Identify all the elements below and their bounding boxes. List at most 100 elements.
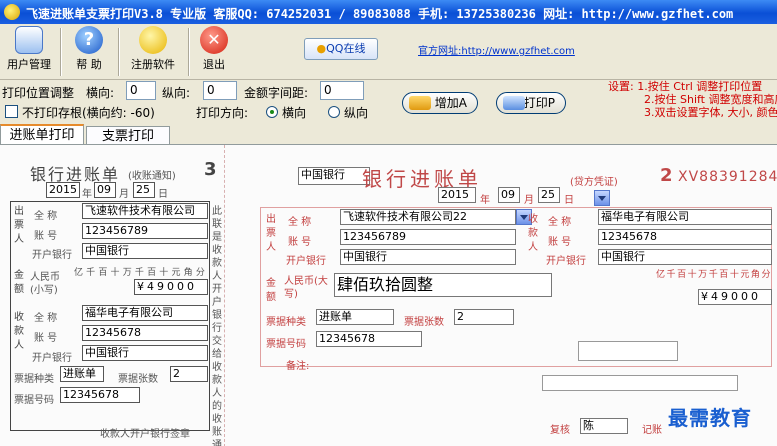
stub-payer-account[interactable]: 123456789 bbox=[82, 223, 208, 239]
main-bill-no[interactable]: 12345678 bbox=[316, 331, 422, 347]
main-blank-field-2[interactable] bbox=[542, 375, 738, 391]
add-button[interactable]: 增加A bbox=[402, 92, 478, 114]
main-year[interactable]: 2015 bbox=[438, 187, 476, 203]
toolbar-separator bbox=[118, 28, 120, 76]
main-blank-field[interactable] bbox=[578, 341, 678, 361]
digit-header: 十 bbox=[729, 270, 739, 280]
register-button[interactable]: 注册软件 bbox=[122, 26, 184, 78]
main-payer-bank[interactable]: 中国银行 bbox=[340, 249, 516, 265]
print-preview: 银行进账单 (收账通知) 3 2015 年 09 月 25 日 出票人 全 称 … bbox=[0, 144, 777, 446]
main-payer-account[interactable]: 123456789 bbox=[340, 229, 516, 245]
window-title: 飞速进账单支票打印V3.8 专业版 客服QQ: 674252031 / 8908… bbox=[26, 7, 734, 21]
digit-header: 千 bbox=[134, 268, 144, 278]
main-amount-digits[interactable]: ¥49000 bbox=[698, 289, 772, 305]
digit-header: 十 bbox=[687, 270, 697, 280]
digit-header: 亿 bbox=[74, 268, 84, 278]
direction-vertical-radio[interactable] bbox=[328, 106, 340, 118]
print-direction-label: 打印方向: bbox=[196, 106, 249, 120]
settings-hint: 设置: 1.按住 Ctrl 调整打印位置 2.按住 Shift 调整宽度和高度 … bbox=[608, 80, 777, 119]
stub-payer-name[interactable]: 飞速软件技术有限公司 bbox=[82, 203, 208, 219]
main-slip: 中国银行 银行进账单 (贷方凭证) 2 XV88391284 2015 年 09… bbox=[232, 145, 777, 446]
main-subtitle: (贷方凭证) bbox=[570, 177, 618, 188]
perforation-line bbox=[224, 145, 225, 446]
date-dropdown-arrow-icon[interactable] bbox=[594, 190, 610, 206]
digit-header: 万 bbox=[122, 268, 132, 278]
digit-header: 百 bbox=[719, 270, 729, 280]
direction-horizontal-label: 横向 bbox=[282, 106, 307, 120]
user-management-button[interactable]: 用户管理 bbox=[0, 26, 58, 78]
tab-check-print[interactable]: 支票打印 bbox=[86, 126, 170, 146]
stub-day[interactable]: 25 bbox=[133, 182, 155, 198]
main-day[interactable]: 25 bbox=[538, 187, 560, 203]
digit-header: 元 bbox=[171, 268, 181, 278]
main-payee-account[interactable]: 12345678 bbox=[598, 229, 772, 245]
main-payee-name[interactable]: 福华电子有限公司 bbox=[598, 209, 772, 225]
stub-slip: 银行进账单 (收账通知) 3 2015 年 09 月 25 日 出票人 全 称 … bbox=[0, 145, 228, 446]
horizontal-offset-input[interactable]: 0 bbox=[126, 81, 156, 100]
printer-icon bbox=[503, 96, 525, 110]
add-icon bbox=[409, 96, 431, 110]
help-button[interactable]: ? 帮 助 bbox=[64, 26, 114, 78]
main-amount-words[interactable]: 肆佰玖拾圆整 bbox=[334, 273, 552, 297]
exit-button[interactable]: ✕ 退出 bbox=[192, 26, 236, 78]
tab-deposit-slip[interactable]: 进账单打印 bbox=[0, 124, 84, 144]
stub-number: 3 bbox=[204, 159, 217, 180]
user-management-icon bbox=[15, 26, 43, 54]
main-serial: XV88391284 bbox=[678, 169, 777, 185]
amount-spacing-input[interactable]: 0 bbox=[320, 81, 364, 100]
horizontal-offset-label: 横向: bbox=[86, 86, 115, 100]
direction-horizontal-radio[interactable] bbox=[266, 106, 278, 118]
print-button[interactable]: 打印P bbox=[496, 92, 566, 114]
stub-payer-bank[interactable]: 中国银行 bbox=[82, 243, 208, 259]
digit-header: 十 bbox=[110, 268, 120, 278]
main-bill-type[interactable]: 进账单 bbox=[316, 309, 394, 325]
main-payer-name[interactable]: 飞速软件技术有限公司22 bbox=[340, 209, 516, 225]
stub-payee-account[interactable]: 12345678 bbox=[82, 325, 208, 341]
no-print-stub-label: 不打印存根(横向约: -60) bbox=[22, 106, 155, 120]
digit-header: 分 bbox=[761, 270, 771, 280]
website-link[interactable]: 官方网址:http://www.gzfhet.com bbox=[418, 42, 575, 57]
remark-label: 备注: bbox=[286, 361, 310, 372]
stub-payee-bank[interactable]: 中国银行 bbox=[82, 345, 208, 361]
watermark: 最需教育 bbox=[668, 406, 752, 430]
main-payer-label: 出票人 bbox=[266, 214, 276, 253]
toolbar-separator bbox=[188, 28, 190, 76]
stub-amount-digits[interactable]: ¥49000 bbox=[134, 279, 208, 295]
stub-payer-label: 出票人 bbox=[14, 206, 24, 245]
title-bar: 飞速进账单支票打印V3.8 专业版 客服QQ: 674252031 / 8908… bbox=[0, 0, 777, 24]
stub-side-text: 此联是收款人开户银行交给收款人的收账通知 bbox=[212, 206, 222, 446]
vertical-offset-label: 纵向: bbox=[162, 86, 191, 100]
stub-month[interactable]: 09 bbox=[94, 182, 116, 198]
close-icon: ✕ bbox=[200, 26, 228, 54]
stub-digit-headers: 亿千百十万千百十元角分 bbox=[74, 265, 208, 278]
qq-online-button[interactable]: ●QQ在线 bbox=[304, 38, 378, 60]
main-month[interactable]: 09 bbox=[498, 187, 520, 203]
toolbar-separator bbox=[60, 28, 62, 76]
digit-header: 千 bbox=[708, 270, 718, 280]
digit-header: 角 bbox=[183, 268, 193, 278]
stub-year[interactable]: 2015 bbox=[46, 182, 80, 198]
main-reviewer[interactable]: 陈 bbox=[580, 418, 628, 434]
vertical-offset-input[interactable]: 0 bbox=[203, 81, 237, 100]
help-icon: ? bbox=[75, 26, 103, 54]
digit-header: 分 bbox=[195, 268, 205, 278]
digit-header: 角 bbox=[750, 270, 760, 280]
stub-bill-count[interactable]: 2 bbox=[170, 366, 208, 382]
main-bill-count[interactable]: 2 bbox=[454, 309, 514, 325]
main-payee-bank[interactable]: 中国银行 bbox=[598, 249, 772, 265]
stub-subtitle: (收账通知) bbox=[128, 171, 176, 182]
digit-header: 万 bbox=[698, 270, 708, 280]
register-icon bbox=[139, 26, 167, 54]
review-label: 复核 bbox=[550, 425, 570, 436]
digit-header: 千 bbox=[86, 268, 96, 278]
stub-payee-name[interactable]: 福华电子有限公司 bbox=[82, 305, 208, 321]
record-label: 记账 bbox=[642, 425, 662, 436]
stub-bill-type[interactable]: 进账单 bbox=[60, 366, 104, 382]
stub-bill-no[interactable]: 12345678 bbox=[60, 387, 140, 403]
main-number: 2 bbox=[660, 165, 673, 186]
no-print-stub-checkbox[interactable] bbox=[5, 105, 18, 118]
main-bank-name[interactable]: 中国银行 bbox=[298, 167, 370, 185]
qq-icon: ● bbox=[316, 42, 327, 55]
digit-header: 百 bbox=[147, 268, 157, 278]
digit-header: 千 bbox=[666, 270, 676, 280]
